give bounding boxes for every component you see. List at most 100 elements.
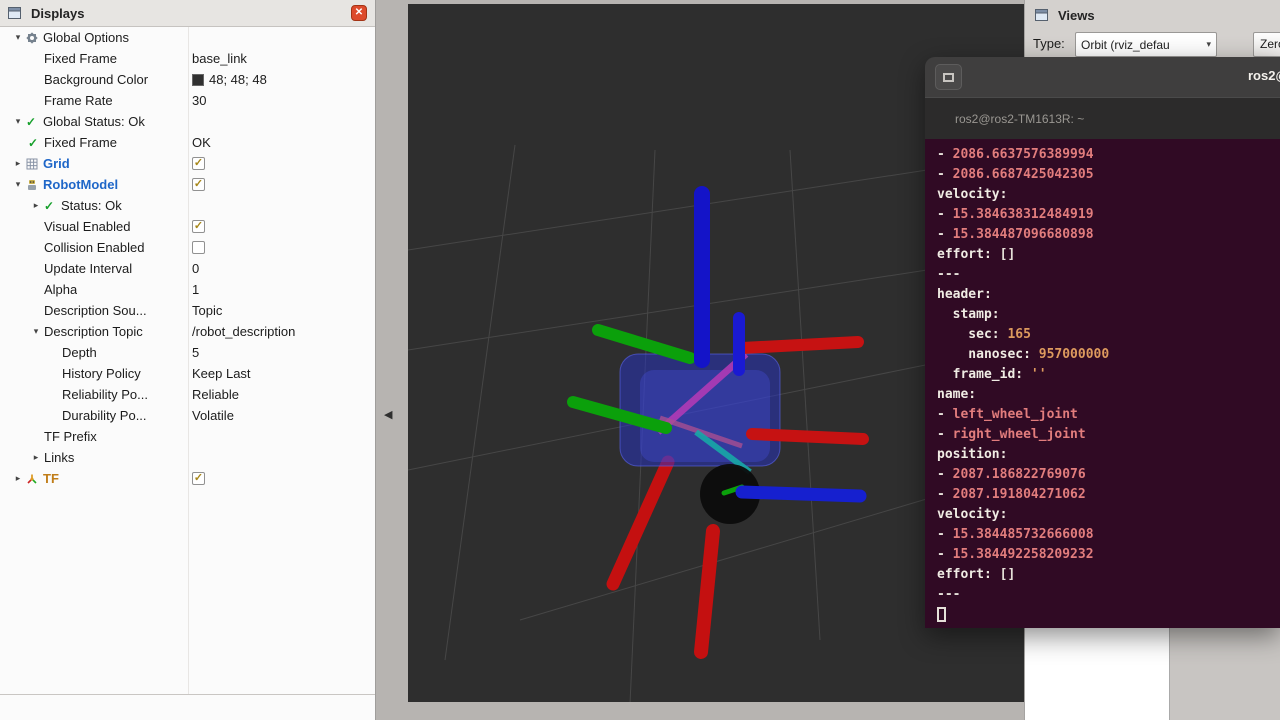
terminal-window[interactable]: ros2@ ros2@ros2-TM1613R: ~ - 2086.663757… <box>925 57 1280 628</box>
terminal-text: position: <box>937 447 1007 462</box>
property-value[interactable]: 0 <box>192 258 199 279</box>
terminal-line: - 2087.186822769076 <box>937 465 1280 485</box>
terminal-line <box>937 605 1280 625</box>
terminal-line: velocity: <box>937 185 1280 205</box>
expander-icon[interactable]: ▸ <box>10 158 26 169</box>
value-text: 1 <box>192 282 199 297</box>
terminal-output[interactable]: - 2086.6637576389994- 2086.6687425042305… <box>925 139 1280 628</box>
view-type-combo[interactable]: Orbit (rviz_defau ▾ <box>1075 32 1217 57</box>
rviz-window: Displays ✕ ▾Global OptionsFixed Framebas… <box>0 0 1280 720</box>
terminal-line: stamp: <box>937 305 1280 325</box>
property-label: TF <box>43 471 59 486</box>
property-value[interactable]: 1 <box>192 279 199 300</box>
checkbox-collision-enabled[interactable] <box>192 241 205 254</box>
terminal-text: 957000000 <box>1031 347 1109 362</box>
terminal-line: - 15.384487096680898 <box>937 225 1280 245</box>
property-value[interactable]: /robot_description <box>192 321 295 342</box>
property-value[interactable]: 48; 48; 48 <box>192 69 267 90</box>
chevron-down-icon: ▾ <box>1206 39 1211 50</box>
new-tab-button[interactable] <box>935 64 962 90</box>
property-label: Background Color <box>44 72 148 87</box>
checkbox-tf[interactable]: ✓ <box>192 472 205 485</box>
property-value[interactable]: Volatile <box>192 405 234 426</box>
terminal-tab-bar[interactable]: ros2@ros2-TM1613R: ~ <box>925 97 1280 139</box>
expander-icon[interactable]: ▸ <box>10 473 26 484</box>
terminal-text: right_wheel_joint <box>953 427 1086 442</box>
terminal-line: - 15.384638312484919 <box>937 205 1280 225</box>
terminal-text: - <box>937 467 953 482</box>
property-label: Description Sou... <box>44 303 147 318</box>
property-label: Alpha <box>44 282 77 297</box>
terminal-line: velocity: <box>937 505 1280 525</box>
value-text: Topic <box>192 303 222 318</box>
terminal-text: effort: <box>937 567 992 582</box>
property-value[interactable]: OK <box>192 132 211 153</box>
property-value[interactable]: 30 <box>192 90 206 111</box>
property-label: Reliability Po... <box>62 387 148 402</box>
terminal-line: position: <box>937 445 1280 465</box>
displays-panel-title: Displays <box>31 6 345 21</box>
terminal-text: 165 <box>1000 327 1031 342</box>
expander-icon[interactable]: ▸ <box>28 452 44 463</box>
property-value: ✓ <box>192 216 205 237</box>
terminal-window-title: ros2@ <box>1248 68 1280 83</box>
new-tab-icon <box>943 73 954 82</box>
terminal-text: - <box>937 527 953 542</box>
value-text: Reliable <box>192 387 239 402</box>
property-label: Global Options <box>43 30 129 45</box>
terminal-line: header: <box>937 285 1280 305</box>
tf-icon <box>26 473 43 485</box>
terminal-text: 2086.6637576389994 <box>953 147 1094 162</box>
status-ok-icon: ✓ <box>26 115 43 129</box>
terminal-text: - <box>937 487 953 502</box>
expander-icon[interactable]: ▾ <box>10 116 26 127</box>
property-value[interactable]: Topic <box>192 300 222 321</box>
checkbox-grid[interactable]: ✓ <box>192 157 205 170</box>
property-value[interactable]: Reliable <box>192 384 239 405</box>
value-text: Keep Last <box>192 366 251 381</box>
terminal-line: frame_id: '' <box>937 365 1280 385</box>
terminal-line: - 15.384485732666008 <box>937 525 1280 545</box>
terminal-titlebar[interactable]: ros2@ <box>925 57 1280 97</box>
terminal-text: - <box>937 547 953 562</box>
terminal-text: effort: <box>937 247 992 262</box>
property-label: Depth <box>62 345 97 360</box>
property-label: Frame Rate <box>44 93 113 108</box>
terminal-text: 2086.6687425042305 <box>953 167 1094 182</box>
property-value[interactable]: 5 <box>192 342 199 363</box>
status-ok-icon: ✓ <box>44 199 61 213</box>
terminal-line: effort: [] <box>937 565 1280 585</box>
panel-splitter-handle[interactable]: ◀ <box>384 408 392 421</box>
checkbox-visual-enabled[interactable]: ✓ <box>192 220 205 233</box>
terminal-line: - right_wheel_joint <box>937 425 1280 445</box>
expander-icon[interactable]: ▾ <box>28 326 44 337</box>
terminal-line: - left_wheel_joint <box>937 405 1280 425</box>
terminal-text: [] <box>992 567 1015 582</box>
terminal-line: name: <box>937 385 1280 405</box>
property-label: History Policy <box>62 366 141 381</box>
expander-icon[interactable]: ▾ <box>10 179 26 190</box>
tree-column-divider <box>188 27 189 694</box>
property-value <box>192 237 205 258</box>
terminal-text: - <box>937 227 953 242</box>
expander-icon[interactable]: ▾ <box>10 32 26 43</box>
status-ok-icon: ✓ <box>28 136 44 150</box>
expander-icon[interactable]: ▸ <box>28 200 44 211</box>
views-controls: Type: Orbit (rviz_defau ▾ Zero <box>1025 30 1280 60</box>
property-label: TF Prefix <box>44 429 97 444</box>
property-value[interactable]: Keep Last <box>192 363 251 384</box>
terminal-cursor <box>937 607 946 622</box>
terminal-text: - <box>937 167 953 182</box>
views-panel-header[interactable]: Views <box>1025 0 1280 30</box>
checkbox-robotmodel[interactable]: ✓ <box>192 178 205 191</box>
view-type-value: Orbit (rviz_defau <box>1081 38 1170 52</box>
terminal-text: frame_id: <box>937 367 1023 382</box>
zero-button[interactable]: Zero <box>1253 32 1280 57</box>
terminal-line: sec: 165 <box>937 325 1280 345</box>
property-label: Visual Enabled <box>44 219 131 234</box>
property-value[interactable]: base_link <box>192 48 247 69</box>
property-label: Grid <box>43 156 70 171</box>
close-icon[interactable]: ✕ <box>351 5 367 21</box>
value-text: 0 <box>192 261 199 276</box>
displays-panel-header[interactable]: Displays ✕ <box>0 0 375 27</box>
